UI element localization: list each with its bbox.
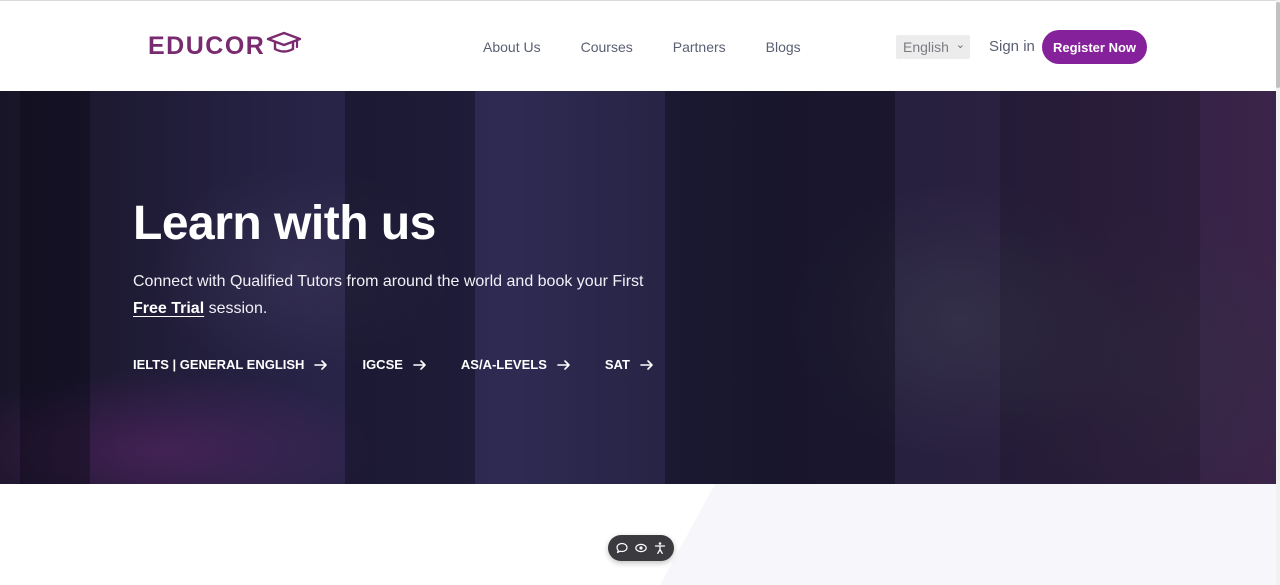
hero-content: Learn with us Connect with Qualified Tut…	[133, 194, 673, 322]
chat-bubble-icon[interactable]	[615, 541, 629, 555]
course-link-label: AS/A-LEVELS	[460, 357, 547, 372]
logo[interactable]: EDUCOR	[148, 31, 302, 61]
background-shadow	[1000, 91, 1200, 484]
course-link-label: SAT	[604, 357, 630, 372]
arrow-right-icon	[413, 359, 426, 370]
free-trial-link[interactable]: Free Trial	[133, 300, 204, 317]
course-link-igcse[interactable]: IGCSE	[362, 357, 426, 372]
graduation-cap-icon	[267, 31, 302, 53]
hero-banner: Learn with us Connect with Qualified Tut…	[0, 91, 1276, 484]
accessibility-icon[interactable]	[653, 541, 667, 555]
accessibility-toolbar	[608, 535, 674, 561]
arrow-right-icon	[640, 359, 653, 370]
logo-text: EDUCOR	[148, 32, 266, 60]
arrow-right-icon	[314, 359, 328, 370]
course-links: IELTS | GENERAL ENGLISH IGCSE AS/A-LEVEL…	[133, 357, 688, 372]
nav-item-partners[interactable]: Partners	[673, 38, 726, 56]
hero-subtitle-text: Connect with Qualified Tutors from aroun…	[133, 273, 644, 290]
course-link-a-levels[interactable]: AS/A-LEVELS	[461, 357, 571, 372]
signin-link[interactable]: Sign in	[989, 38, 1035, 56]
course-link-sat[interactable]: SAT	[605, 357, 654, 372]
language-select-value: English	[903, 39, 949, 55]
background-shadow	[20, 91, 90, 484]
course-link-ielts[interactable]: IELTS | GENERAL ENGLISH	[133, 357, 328, 372]
hero-title: Learn with us	[133, 197, 436, 250]
eye-icon[interactable]	[634, 541, 648, 555]
hero-subtitle: Connect with Qualified Tutors from aroun…	[133, 268, 673, 322]
background-shadow	[665, 91, 895, 484]
arrow-right-icon	[557, 359, 570, 370]
site-header: EDUCOR About Us Courses Partners Blogs E…	[0, 0, 1280, 90]
chevron-down-icon: ⌄	[955, 39, 965, 51]
register-button[interactable]: Register Now	[1042, 30, 1147, 64]
language-select[interactable]: English ⌄	[896, 35, 970, 59]
course-link-label: IELTS | GENERAL ENGLISH	[133, 357, 305, 372]
course-link-label: IGCSE	[362, 357, 403, 372]
main-nav: About Us Courses Partners Blogs	[483, 38, 841, 56]
scrollbar-thumb[interactable]	[1276, 2, 1280, 88]
nav-item-about-us[interactable]: About Us	[483, 38, 541, 56]
hero-subtitle-end: session.	[204, 300, 268, 317]
nav-item-courses[interactable]: Courses	[581, 38, 633, 56]
nav-item-blogs[interactable]: Blogs	[766, 38, 801, 56]
